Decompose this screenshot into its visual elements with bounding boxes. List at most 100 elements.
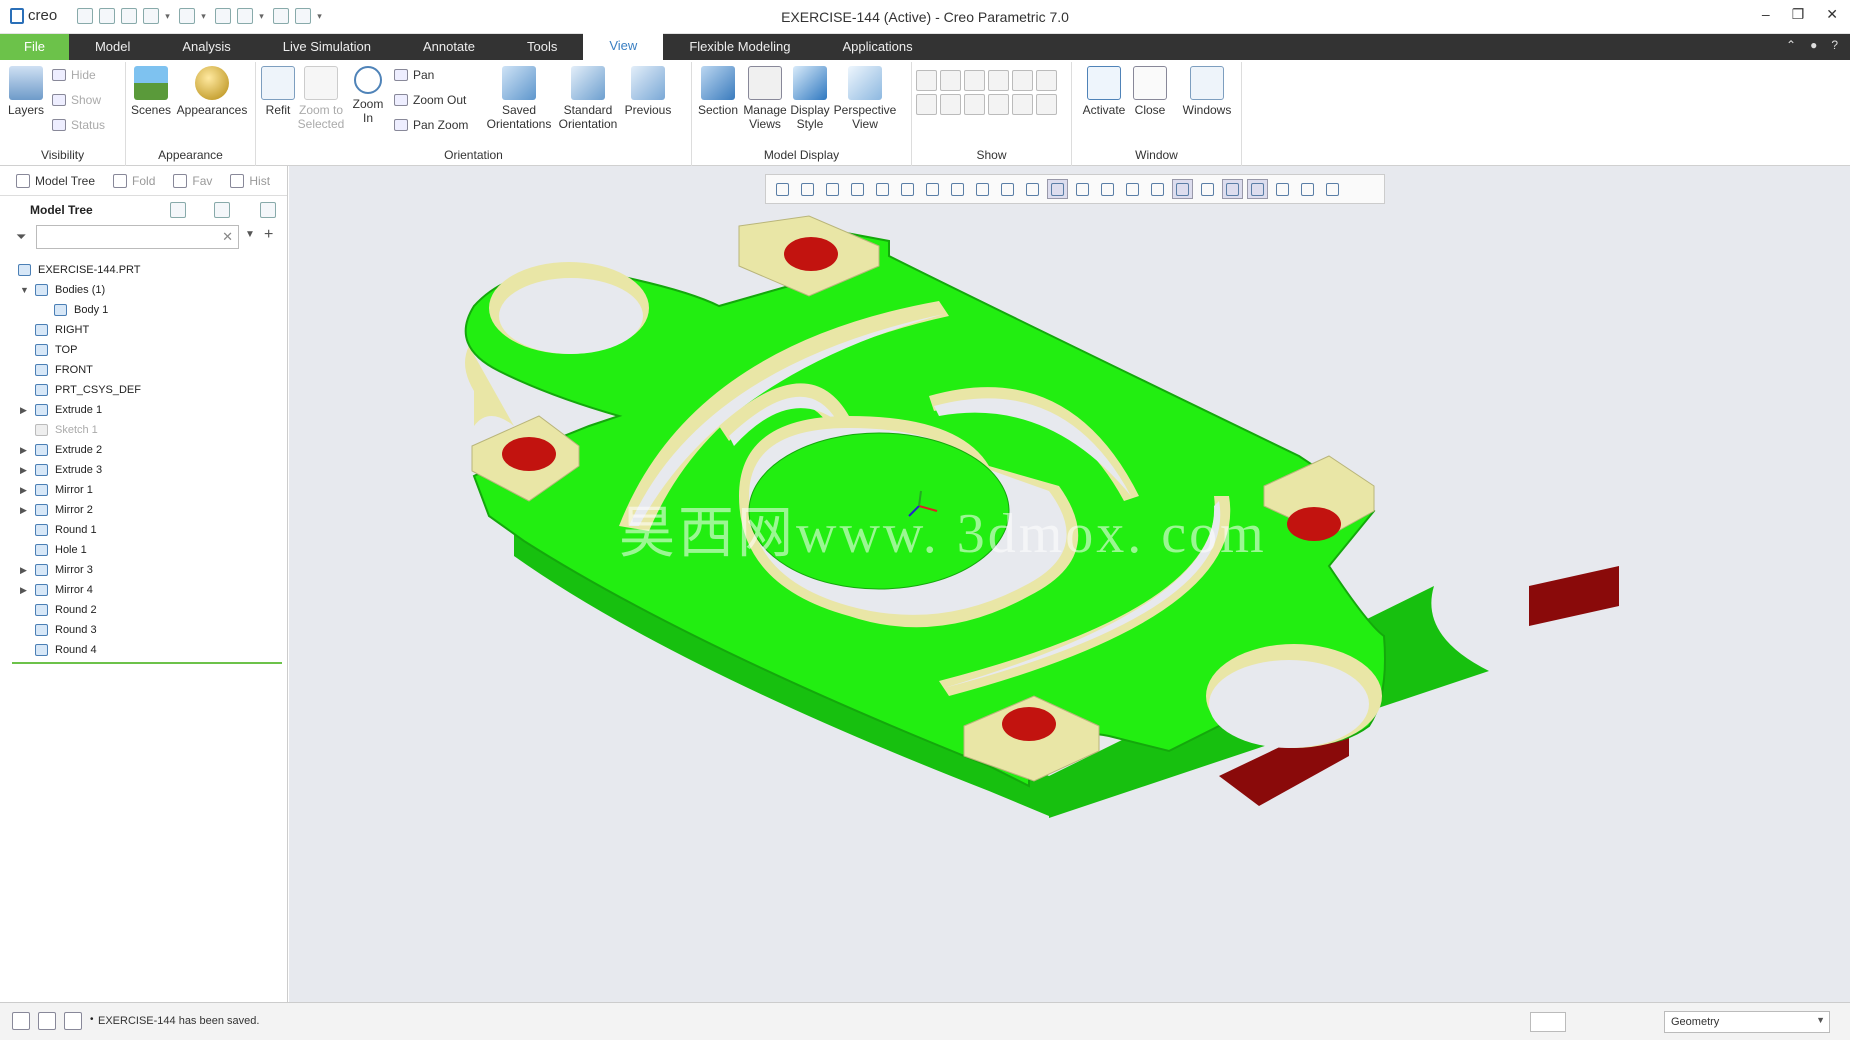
- tab-annotate[interactable]: Annotate: [397, 34, 501, 60]
- windows-icon[interactable]: [237, 7, 254, 24]
- axis-tag-icon[interactable]: [940, 94, 961, 115]
- plane-display-icon[interactable]: [916, 70, 937, 91]
- tab-favorites[interactable]: Fav: [167, 173, 218, 188]
- tab-history[interactable]: Hist: [224, 173, 276, 188]
- layers-button[interactable]: Layers: [6, 66, 46, 117]
- tree-node[interactable]: EXERCISE-144.PRT: [0, 260, 288, 280]
- tree-node[interactable]: Round 3: [0, 620, 288, 640]
- collapse-ribbon-icon[interactable]: ⌃: [1786, 38, 1796, 52]
- help-icon[interactable]: ?: [1831, 38, 1838, 52]
- tab-live-simulation[interactable]: Live Simulation: [257, 34, 397, 60]
- manage-views-button[interactable]: Manage Views: [742, 66, 788, 131]
- tree-node[interactable]: ▶ Extrude 3: [0, 460, 288, 480]
- group-label-model-display[interactable]: Model Display: [692, 148, 911, 162]
- show-button[interactable]: Show: [52, 93, 101, 107]
- tree-settings-icon[interactable]: [170, 202, 186, 218]
- zoom-in-button[interactable]: Zoom In: [348, 66, 388, 125]
- zoom-selected-button[interactable]: Zoom to Selected: [296, 66, 346, 131]
- status-button[interactable]: Status: [52, 118, 105, 132]
- new-file-icon[interactable]: [77, 7, 94, 24]
- tab-model[interactable]: Model: [69, 34, 156, 60]
- selection-filter[interactable]: Geometry ▼: [1664, 1011, 1830, 1033]
- tab-file[interactable]: File: [0, 34, 69, 60]
- expand-arrow-icon[interactable]: ▶: [20, 565, 27, 576]
- find-icon[interactable]: [1530, 1012, 1566, 1032]
- csys-display-icon[interactable]: [988, 70, 1009, 91]
- close-view-button[interactable]: Close: [1130, 66, 1170, 117]
- group-label-appearance[interactable]: Appearance: [126, 148, 255, 162]
- activate-button[interactable]: Activate: [1080, 66, 1128, 117]
- dimension-display-icon[interactable]: [1036, 70, 1057, 91]
- tree-node[interactable]: Round 1: [0, 520, 288, 540]
- clear-search-icon[interactable]: ✕: [222, 229, 233, 245]
- regenerate-icon[interactable]: [215, 7, 232, 24]
- tree-node[interactable]: Round 4: [0, 640, 288, 660]
- tree-show-icon[interactable]: [214, 202, 230, 218]
- close-button[interactable]: ✕: [1826, 6, 1838, 23]
- customize-icon[interactable]: [295, 7, 312, 24]
- expand-arrow-icon[interactable]: ▶: [20, 465, 27, 476]
- group-label-show[interactable]: Show: [912, 148, 1071, 162]
- tab-tools[interactable]: Tools: [501, 34, 583, 60]
- tree-search-input[interactable]: ✕: [36, 225, 239, 249]
- close-window-icon[interactable]: [273, 7, 290, 24]
- tab-flexible-modeling[interactable]: Flexible Modeling: [663, 34, 816, 60]
- tree-node[interactable]: ▼ Bodies (1): [0, 280, 288, 300]
- tree-node[interactable]: Body 1: [0, 300, 288, 320]
- csys-tag-icon[interactable]: [988, 94, 1009, 115]
- windows-dropdown-icon[interactable]: ▾: [259, 8, 267, 24]
- maximize-button[interactable]: ❐: [1792, 6, 1805, 23]
- qat-menu-icon[interactable]: ▾: [317, 8, 325, 24]
- tree-node[interactable]: Round 2: [0, 600, 288, 620]
- expand-arrow-icon[interactable]: ▶: [20, 405, 27, 416]
- minimize-button[interactable]: –: [1762, 6, 1770, 23]
- expand-arrow-icon[interactable]: ▼: [20, 285, 29, 295]
- open-file-icon[interactable]: [99, 7, 116, 24]
- tree-node[interactable]: ▶ Mirror 2: [0, 500, 288, 520]
- pan-zoom-button[interactable]: Pan Zoom: [394, 118, 468, 132]
- sketch-display-icon[interactable]: [1036, 94, 1057, 115]
- undo-dropdown-icon[interactable]: ▾: [165, 8, 173, 24]
- user-icon[interactable]: ●: [1810, 38, 1817, 52]
- expand-arrow-icon[interactable]: ▶: [20, 505, 27, 516]
- scenes-button[interactable]: Scenes: [130, 66, 172, 117]
- tab-applications[interactable]: Applications: [816, 34, 938, 60]
- display-style-button[interactable]: Display Style: [790, 66, 830, 131]
- perspective-view-button[interactable]: Perspective View: [832, 66, 898, 131]
- navigator-toggle-icon[interactable]: [12, 1012, 30, 1030]
- zoom-out-button[interactable]: Zoom Out: [394, 93, 466, 107]
- graphics-area[interactable]: 昊西网www. 3dmox. com: [289, 166, 1850, 1002]
- appearances-button[interactable]: Appearances: [176, 66, 248, 117]
- tree-node[interactable]: FRONT: [0, 360, 288, 380]
- point-tag-icon[interactable]: [964, 94, 985, 115]
- filter-icon[interactable]: ⏷: [16, 229, 26, 245]
- redo-dropdown-icon[interactable]: ▾: [201, 8, 209, 24]
- redo-icon[interactable]: [179, 7, 196, 24]
- expand-arrow-icon[interactable]: ▶: [20, 485, 27, 496]
- tree-columns-icon[interactable]: [260, 202, 276, 218]
- tree-node[interactable]: ▶ Mirror 4: [0, 580, 288, 600]
- expand-arrow-icon[interactable]: ▶: [20, 585, 27, 596]
- windows-button[interactable]: Windows: [1180, 66, 1234, 117]
- tree-node[interactable]: TOP: [0, 340, 288, 360]
- tab-model-tree[interactable]: Model Tree: [10, 173, 101, 188]
- browser-toggle-icon[interactable]: [38, 1012, 56, 1030]
- part-model[interactable]: [289, 166, 1850, 1002]
- previous-button[interactable]: Previous: [622, 66, 674, 117]
- expand-arrow-icon[interactable]: ▶: [20, 445, 27, 456]
- tree-node[interactable]: PRT_CSYS_DEF: [0, 380, 288, 400]
- pan-button[interactable]: Pan: [394, 68, 434, 82]
- tree-node[interactable]: ▶ Mirror 3: [0, 560, 288, 580]
- save-icon[interactable]: [121, 7, 138, 24]
- standard-orientation-button[interactable]: Standard Orientation: [556, 66, 620, 131]
- annotation-display-icon[interactable]: [1012, 70, 1033, 91]
- group-label-orientation[interactable]: Orientation: [256, 148, 691, 162]
- tree-node[interactable]: Sketch 1: [0, 420, 288, 440]
- tab-analysis[interactable]: Analysis: [156, 34, 256, 60]
- tree-node[interactable]: ▶ Extrude 1: [0, 400, 288, 420]
- search-dropdown-icon[interactable]: ▼: [245, 229, 255, 240]
- saved-orientations-button[interactable]: Saved Orientations: [484, 66, 554, 131]
- tab-folder-browser[interactable]: Fold: [107, 173, 161, 188]
- axis-display-icon[interactable]: [940, 70, 961, 91]
- tree-node[interactable]: RIGHT: [0, 320, 288, 340]
